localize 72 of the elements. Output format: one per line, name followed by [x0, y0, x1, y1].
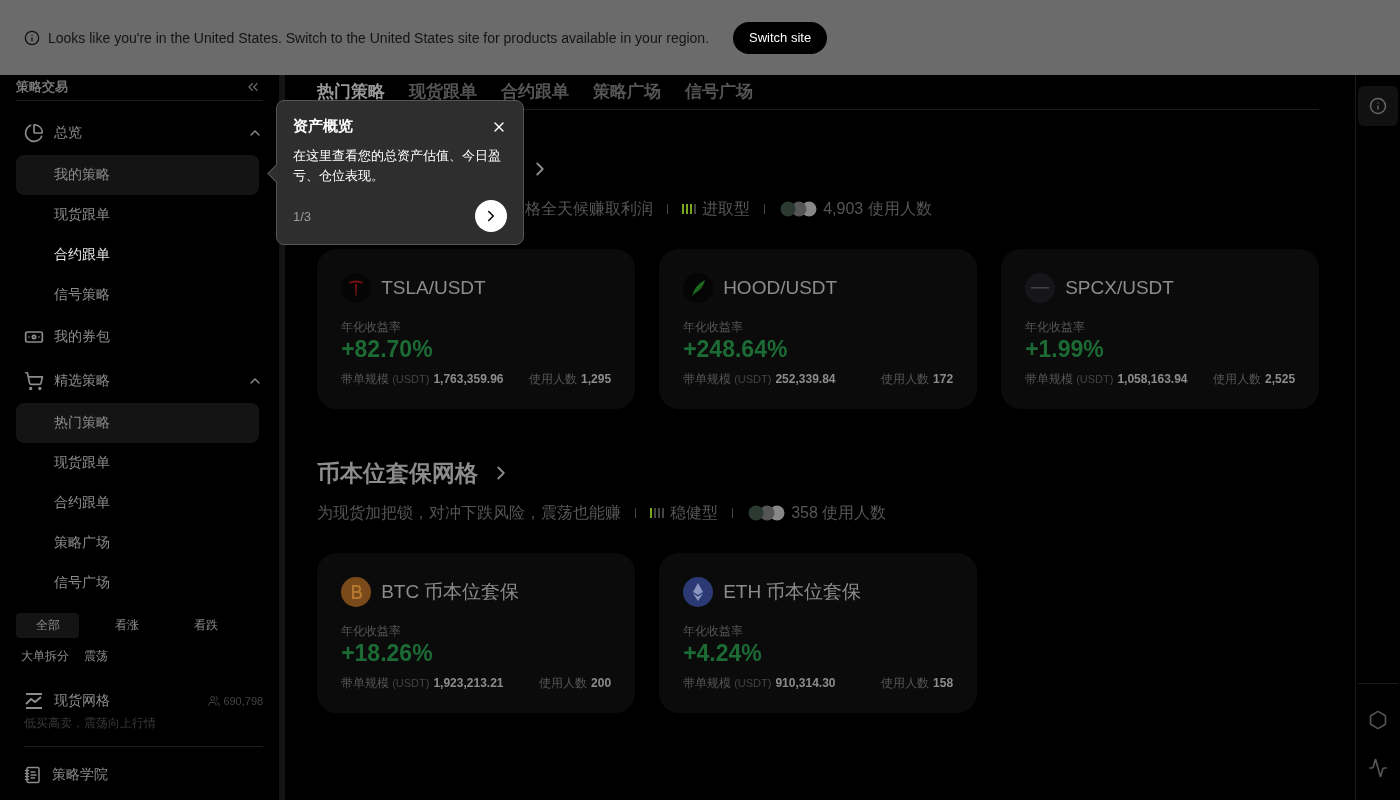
pair-name: ETH 币本位套保: [723, 580, 862, 604]
nav-item[interactable]: 合约跟单: [16, 235, 260, 275]
tooltip-title: 资产概览: [293, 117, 353, 136]
yield-value: +1.99%: [1025, 336, 1105, 363]
tooltip-body: 在这里查看您的总资产估值、今日盈亏、仓位表现。: [293, 147, 502, 185]
section-subtitle: 格全天候赚取利润: [525, 198, 654, 219]
pair-name: SPCX/USDT: [1065, 277, 1174, 299]
wordmark-logo-icon: [1025, 273, 1056, 303]
sidebar-title: 策略交易: [16, 78, 68, 96]
nav-group[interactable]: 精选策略: [16, 359, 280, 403]
switch-site-button[interactable]: Switch site: [733, 21, 828, 54]
nav-link[interactable]: 策略学院: [16, 753, 280, 797]
users-text: 使用人数 172: [881, 371, 954, 388]
nav-item[interactable]: 信号策略: [16, 275, 260, 315]
yield-value: +248.64%: [683, 336, 789, 363]
info-icon: [24, 29, 40, 46]
info-button[interactable]: [1358, 86, 1399, 126]
yield-value: +4.24%: [683, 640, 763, 667]
user-count: 690,798: [208, 695, 264, 707]
nav-item[interactable]: 现货跟单: [16, 443, 260, 483]
next-button[interactable]: [475, 200, 507, 232]
nav-icon: [24, 371, 44, 391]
nav-link[interactable]: 我的券包: [16, 315, 280, 359]
book-icon: [24, 766, 42, 784]
yield-label: 年化收益率: [341, 623, 403, 640]
pair-name: TSLA/USDT: [381, 277, 486, 299]
risk-label: 进取型: [702, 198, 751, 219]
avatar-stack-icon: [779, 201, 818, 217]
nav-item[interactable]: 信号广场: [16, 563, 260, 603]
pair-name: BTC 币本位套保: [381, 580, 520, 604]
section-subtitle: 为现货加把锁，对冲下跌风险，震荡也能赚: [317, 502, 622, 523]
strategy-name[interactable]: 现货网格: [54, 692, 199, 710]
user-count: 4,903 使用人数: [823, 198, 932, 219]
filter-chip[interactable]: 看跌: [174, 613, 237, 638]
yield-label: 年化收益率: [683, 319, 745, 336]
nav-icon: [24, 123, 44, 143]
filter-chip[interactable]: 震荡: [74, 644, 118, 669]
user-count: 358 使用人数: [791, 502, 887, 523]
t-logo-icon: [341, 273, 372, 303]
bitcoin-icon: [341, 577, 372, 607]
avatar-stack-icon: [747, 505, 786, 521]
yield-label: 年化收益率: [683, 623, 745, 640]
nav-group[interactable]: 总览: [16, 111, 280, 155]
filter-chip[interactable]: 看涨: [95, 613, 158, 638]
ethereum-icon: [683, 577, 714, 607]
tab[interactable]: 热门策略: [317, 79, 386, 103]
users-text: 使用人数 158: [881, 675, 954, 692]
nav-item[interactable]: 策略广场: [16, 523, 260, 563]
nav-item[interactable]: 热门策略: [16, 403, 260, 443]
info-icon: [1369, 97, 1388, 115]
users-text: 使用人数 2,525: [1213, 371, 1296, 388]
users-text: 使用人数 1,295: [529, 371, 612, 388]
nav-item[interactable]: 我的策略: [16, 155, 260, 195]
step-counter: 1/3: [293, 208, 312, 224]
yield-value: +18.26%: [341, 640, 434, 667]
pair-name: HOOD/USDT: [723, 277, 838, 299]
activity-icon[interactable]: [1368, 758, 1389, 778]
yield-label: 年化收益率: [1025, 319, 1087, 336]
users-icon: [208, 695, 221, 707]
zigzag-chart-icon: [24, 691, 44, 711]
feather-logo-icon: [683, 273, 714, 303]
nav-item[interactable]: 现货跟单: [16, 195, 260, 235]
banner-message: Looks like you're in the United States. Switch to the United States site for products available in your region.: [48, 29, 710, 46]
filter-chip[interactable]: 大单拆分: [16, 644, 74, 669]
risk-label: 稳健型: [670, 502, 719, 523]
hexagon-icon[interactable]: [1368, 710, 1389, 730]
users-text: 使用人数 200: [539, 675, 612, 692]
section-title[interactable]: 币本位套保网格: [317, 457, 479, 489]
nav-item[interactable]: 合约跟单: [16, 483, 260, 523]
yield-label: 年化收益率: [341, 319, 403, 336]
yield-value: +82.70%: [341, 336, 434, 363]
filter-chip[interactable]: 全部: [16, 613, 79, 638]
